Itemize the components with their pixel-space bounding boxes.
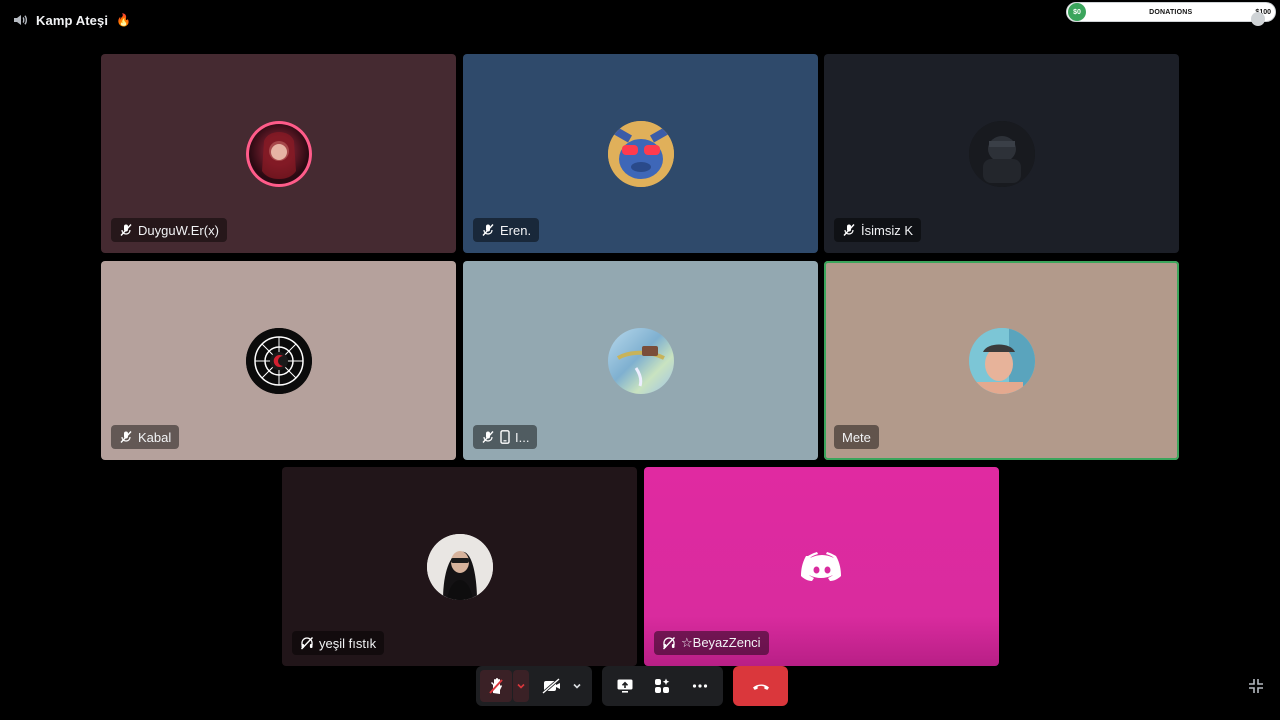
camera-off-icon — [542, 678, 560, 694]
participant-name: Mete — [842, 429, 871, 445]
exit-fullscreen-button[interactable] — [1246, 676, 1266, 696]
avatar — [245, 327, 312, 394]
participant-name: DuyguW.Er(x) — [138, 222, 219, 238]
participant-tile-speaking[interactable]: Mete — [824, 261, 1179, 460]
participant-nametag: Kabal — [111, 425, 180, 449]
control-group-actions — [602, 666, 723, 706]
participant-tile[interactable]: İsimsiz K — [824, 54, 1179, 253]
participant-tile[interactable]: DuyguW.Er(x) — [101, 54, 456, 253]
activities-button[interactable] — [646, 670, 678, 702]
participant-name: Kabal — [138, 429, 172, 445]
mic-muted-icon — [482, 224, 494, 236]
chevron-down-icon — [573, 683, 581, 689]
avatar — [968, 327, 1035, 394]
donations-handle — [1251, 12, 1265, 26]
mic-muted-icon — [482, 431, 494, 443]
camera-options-button[interactable] — [569, 670, 585, 702]
participant-name: Eren. — [500, 222, 532, 238]
activities-icon — [655, 678, 670, 693]
mic-muted-icon — [120, 431, 132, 443]
deafened-icon — [662, 637, 676, 650]
participant-tile[interactable]: I... — [463, 261, 818, 460]
avatar — [968, 120, 1035, 187]
deafened-icon — [300, 637, 314, 650]
speaker-icon[interactable] — [12, 12, 28, 28]
avatar — [426, 533, 493, 600]
participant-nametag: yeşil fıstık — [292, 631, 385, 655]
screen-share-button[interactable] — [609, 670, 641, 702]
activity-controls — [602, 666, 723, 706]
participant-name: I... — [515, 429, 530, 445]
channel-header: Kamp Ateşi 🔥 — [12, 10, 131, 30]
hangup-control — [733, 666, 788, 706]
donation-coin-icon: $0 — [1068, 3, 1086, 21]
discord-default-avatar-icon — [789, 534, 855, 600]
mic-muted-icon — [843, 224, 855, 236]
participant-nametag: Mete — [834, 425, 879, 449]
hangup-icon — [752, 684, 769, 690]
more-options-button[interactable] — [684, 670, 716, 702]
participant-nametag: ☆BeyazZenci — [654, 631, 769, 655]
camera-toggle-button[interactable] — [535, 670, 569, 702]
mic-camera-controls — [476, 666, 592, 706]
mobile-icon — [500, 430, 510, 444]
disconnect-button[interactable] — [733, 666, 788, 706]
participant-nametag: DuyguW.Er(x) — [111, 218, 227, 242]
control-group-av — [476, 666, 592, 706]
mic-toggle-button[interactable] — [480, 670, 512, 702]
more-icon — [693, 684, 708, 688]
participant-nametag: I... — [473, 425, 538, 449]
participant-name: ☆BeyazZenci — [681, 635, 761, 650]
participant-nametag: Eren. — [473, 218, 540, 242]
participant-tile[interactable]: ☆BeyazZenci — [644, 467, 999, 666]
participant-name: İsimsiz K — [861, 222, 913, 238]
minimize-icon — [1249, 679, 1263, 693]
mic-muted-icon — [120, 224, 132, 236]
participant-tile[interactable]: Kabal — [101, 261, 456, 460]
hand-mic-icon — [489, 678, 503, 694]
fire-emoji: 🔥 — [116, 13, 131, 27]
participant-tile[interactable]: Eren. — [463, 54, 818, 253]
participant-nametag: İsimsiz K — [834, 218, 921, 242]
avatar — [607, 327, 674, 394]
participant-name: yeşil fıstık — [319, 635, 377, 651]
participant-tile[interactable]: yeşil fıstık — [282, 467, 637, 666]
avatar — [607, 120, 674, 187]
donations-widget: $0 DONATIONS $100 — [1066, 2, 1276, 26]
screen-share-icon — [617, 679, 633, 693]
mic-options-button[interactable] — [513, 670, 529, 702]
chevron-down-icon — [517, 683, 525, 689]
donations-label: DONATIONS — [1149, 8, 1193, 16]
channel-title: Kamp Ateşi — [36, 12, 109, 28]
avatar — [245, 120, 312, 187]
